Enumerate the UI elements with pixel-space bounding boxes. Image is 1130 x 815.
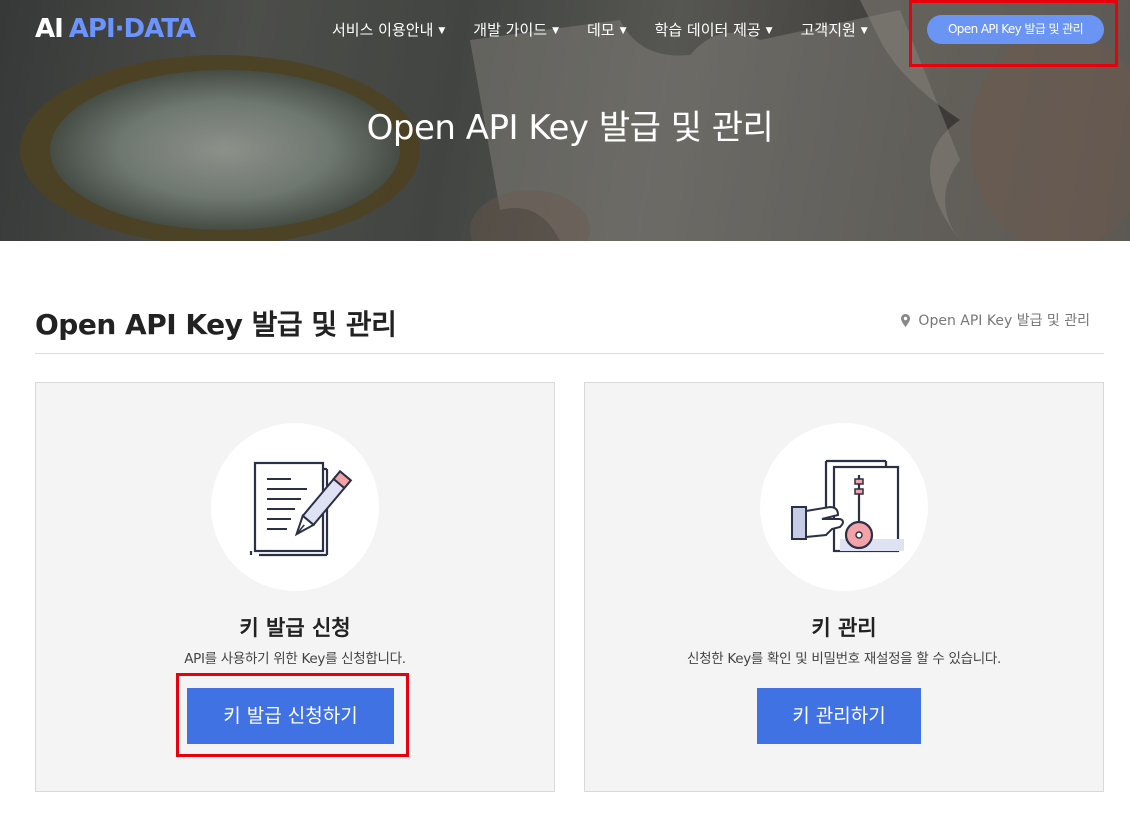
location-pin-icon	[901, 313, 911, 327]
caret-down-icon: ▼	[619, 26, 627, 36]
icon-circle	[211, 423, 379, 591]
logo-apidata-text: API·DATA	[68, 14, 196, 44]
card-description: 신청한 Key를 확인 및 비밀번호 재설정을 할 수 있습니다.	[686, 651, 1002, 667]
key-manage-card: 키 관리 신청한 Key를 확인 및 비밀번호 재설정을 할 수 있습니다. 키…	[584, 382, 1104, 792]
nav-item-demo[interactable]: 데모 ▼	[587, 19, 627, 40]
document-pen-icon	[249, 461, 353, 557]
manage-key-button[interactable]: 키 관리하기	[757, 688, 921, 744]
nav-item-label: 개발 가이드	[473, 21, 548, 39]
page-title: Open API Key 발급 및 관리	[35, 308, 397, 341]
card-title: 키 발급 신청	[239, 616, 351, 640]
nav-item-service-guide[interactable]: 서비스 이용안내 ▼	[332, 19, 445, 40]
hero-title: Open API Key 발급 및 관리	[366, 108, 774, 148]
main-nav: 서비스 이용안내 ▼ 개발 가이드 ▼ 데모 ▼ 학습 데이터 제공 ▼ 고객지원 ▼	[332, 19, 896, 40]
site-logo[interactable]: AI API·DATA	[35, 14, 196, 44]
nav-item-label: 고객지원	[800, 21, 856, 39]
nav-item-label: 데모	[587, 21, 615, 39]
header-divider	[35, 353, 1104, 354]
key-card-icon	[791, 459, 904, 553]
nav-item-support[interactable]: 고객지원 ▼	[801, 19, 868, 40]
card-description: API를 사용하기 위한 Key를 신청합니다.	[184, 651, 406, 667]
breadcrumb-current[interactable]: Open API Key 발급 및 관리	[918, 310, 1090, 330]
apply-button-highlight-box	[176, 673, 409, 757]
nav-item-dev-guide[interactable]: 개발 가이드 ▼	[473, 19, 559, 40]
caret-down-icon: ▼	[860, 26, 868, 36]
nav-item-label: 서비스 이용안내	[332, 21, 434, 39]
caret-down-icon: ▼	[765, 26, 773, 36]
icon-circle	[760, 423, 928, 591]
nav-item-label: 학습 데이터 제공	[654, 21, 761, 39]
logo-ai-text: AI	[35, 14, 64, 44]
caret-down-icon: ▼	[552, 26, 559, 36]
card-title: 키 관리	[811, 616, 877, 640]
breadcrumb: Open API Key 발급 및 관리	[901, 310, 1090, 330]
caret-down-icon: ▼	[438, 26, 446, 36]
open-api-key-button[interactable]: Open API Key 발급 및 관리	[927, 15, 1104, 44]
nav-item-training-data[interactable]: 학습 데이터 제공 ▼	[655, 19, 773, 40]
